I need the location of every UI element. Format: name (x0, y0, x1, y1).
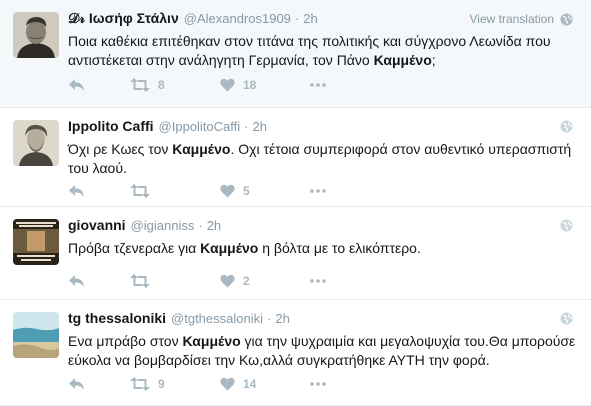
more-button[interactable] (310, 272, 340, 290)
reply-button[interactable] (68, 375, 130, 393)
tweet-timestamp[interactable]: 2h (303, 11, 317, 26)
avatar[interactable] (13, 12, 59, 58)
tweet-fullname[interactable]: giovanni (68, 217, 126, 233)
globe-icon[interactable] (560, 219, 573, 232)
heart-icon (220, 184, 235, 198)
tweet-text: Όχι ρε Κωες τον Καμμένο. Οχι τέτοια συμπ… (68, 140, 578, 178)
retweet-count: 9 (158, 377, 165, 391)
globe-icon[interactable] (560, 13, 573, 26)
more-button[interactable] (310, 76, 340, 94)
tweet-fullname[interactable]: Ippolito Caffi (68, 118, 154, 134)
avatar[interactable] (13, 312, 59, 358)
tweet-feed: 𝒟𝓇 Ιωσήφ Στάλιν @Alexandros1909 · 2h Vie… (0, 0, 591, 406)
more-button[interactable] (310, 182, 340, 200)
tweet-text-part: Όχι ρε Κωες τον (68, 141, 173, 157)
tweet-username[interactable]: @Alexandros1909 (184, 11, 291, 26)
heart-icon (220, 78, 235, 92)
retweet-icon (130, 274, 150, 288)
tweet[interactable]: Ippolito Caffi @IppolitoCaffi · 2h Όχι ρ… (0, 108, 591, 207)
like-count: 2 (243, 274, 250, 288)
more-button[interactable] (310, 375, 340, 393)
tweet-timestamp[interactable]: 2h (253, 119, 267, 134)
tweet-timestamp[interactable]: 2h (207, 218, 221, 233)
tweet-tools (560, 312, 573, 325)
tweet-username[interactable]: @tgthessaloniki (171, 311, 263, 326)
tweet-fullname[interactable]: tg thessaloniki (68, 310, 166, 326)
tweet-actions: 9 14 (68, 375, 340, 393)
retweet-icon (130, 78, 150, 92)
heart-icon (220, 377, 235, 391)
tweet-tools (560, 219, 573, 232)
tweet-header: giovanni @igianniss · 2h (68, 217, 573, 233)
like-button[interactable]: 18 (220, 76, 310, 94)
like-count: 18 (243, 78, 257, 92)
reply-button[interactable] (68, 182, 130, 200)
tweet-username[interactable]: @IppolitoCaffi (159, 119, 241, 134)
reply-icon (69, 378, 84, 390)
view-translation-link[interactable]: View translation (470, 12, 555, 26)
like-button[interactable]: 2 (220, 272, 310, 290)
retweet-icon (130, 377, 150, 391)
more-icon (310, 382, 326, 386)
reply-icon (69, 275, 84, 287)
tweet-actions: 2 (68, 272, 340, 290)
avatar[interactable] (13, 120, 59, 166)
retweet-button[interactable] (130, 182, 220, 200)
like-count: 5 (243, 184, 250, 198)
retweet-button[interactable]: 8 (130, 76, 220, 94)
retweet-count: 8 (158, 78, 165, 92)
tweet[interactable]: tg thessaloniki @tgthessaloniki · 2h Ενα… (0, 300, 591, 406)
retweet-icon (130, 184, 150, 198)
separator-dot: · (267, 311, 272, 326)
tweet[interactable]: 𝒟𝓇 Ιωσήφ Στάλιν @Alexandros1909 · 2h Vie… (0, 0, 591, 108)
tweet-header: tg thessaloniki @tgthessaloniki · 2h (68, 310, 573, 326)
tweet-text: Ενα μπράβο στον Καμμένο για την ψυχραιμί… (68, 332, 578, 370)
avatar-portrait-icon (13, 120, 59, 166)
avatar[interactable] (13, 219, 59, 265)
tweet-text-part: ; (431, 52, 436, 68)
avatar-meme-image-icon (13, 219, 59, 265)
more-icon (310, 279, 326, 283)
tweet-tools (560, 120, 573, 133)
tweet-text: Ποια καθέκια επιτέθηκαν στον τιτάνα της … (68, 32, 578, 70)
avatar-portrait-icon (13, 12, 59, 58)
tweet-fullname[interactable]: 𝒟𝓇 Ιωσήφ Στάλιν (68, 10, 179, 27)
tweet-actions: 8 18 (68, 76, 340, 94)
like-count: 14 (243, 377, 257, 391)
tweet-text: Πρόβα τζενεραλε για Καμμένο η βόλτα με τ… (68, 239, 578, 258)
tweet-text-part: η βόλτα με το ελικόπτερο. (258, 240, 421, 256)
separator-dot: · (244, 119, 249, 134)
tweet-text-highlight[interactable]: Καμμένο (200, 240, 258, 256)
heart-icon (220, 274, 235, 288)
more-icon (310, 83, 326, 87)
tweet-text-highlight[interactable]: Καμμένο (172, 141, 230, 157)
tweet-text-part: Ποια καθέκια επιτέθηκαν στον τιτάνα της … (68, 33, 551, 68)
tweet-header: Ippolito Caffi @IppolitoCaffi · 2h (68, 118, 573, 134)
like-button[interactable]: 14 (220, 375, 310, 393)
like-button[interactable]: 5 (220, 182, 310, 200)
avatar-sea-landscape-icon (13, 312, 59, 358)
tweet-text-part: Ενα μπράβο στον (68, 333, 183, 349)
retweet-button[interactable] (130, 272, 220, 290)
reply-icon (69, 185, 84, 197)
tweet-text-highlight[interactable]: Καμμένο (374, 52, 432, 68)
tweet-timestamp[interactable]: 2h (275, 311, 289, 326)
tweet-text-highlight[interactable]: Καμμένο (182, 333, 240, 349)
tweet[interactable]: giovanni @igianniss · 2h Πρόβα τζενεραλε… (0, 207, 591, 300)
tweet-tools: View translation (470, 12, 574, 26)
reply-button[interactable] (68, 76, 130, 94)
more-icon (310, 189, 326, 193)
retweet-button[interactable]: 9 (130, 375, 220, 393)
tweet-actions: 5 (68, 182, 340, 200)
tweet-username[interactable]: @igianniss (131, 218, 195, 233)
separator-dot: · (294, 11, 300, 26)
separator-dot: · (198, 218, 203, 233)
globe-icon[interactable] (560, 312, 573, 325)
reply-icon (69, 79, 84, 91)
globe-icon[interactable] (560, 120, 573, 133)
reply-button[interactable] (68, 272, 130, 290)
tweet-text-part: Πρόβα τζενεραλε για (68, 240, 201, 256)
